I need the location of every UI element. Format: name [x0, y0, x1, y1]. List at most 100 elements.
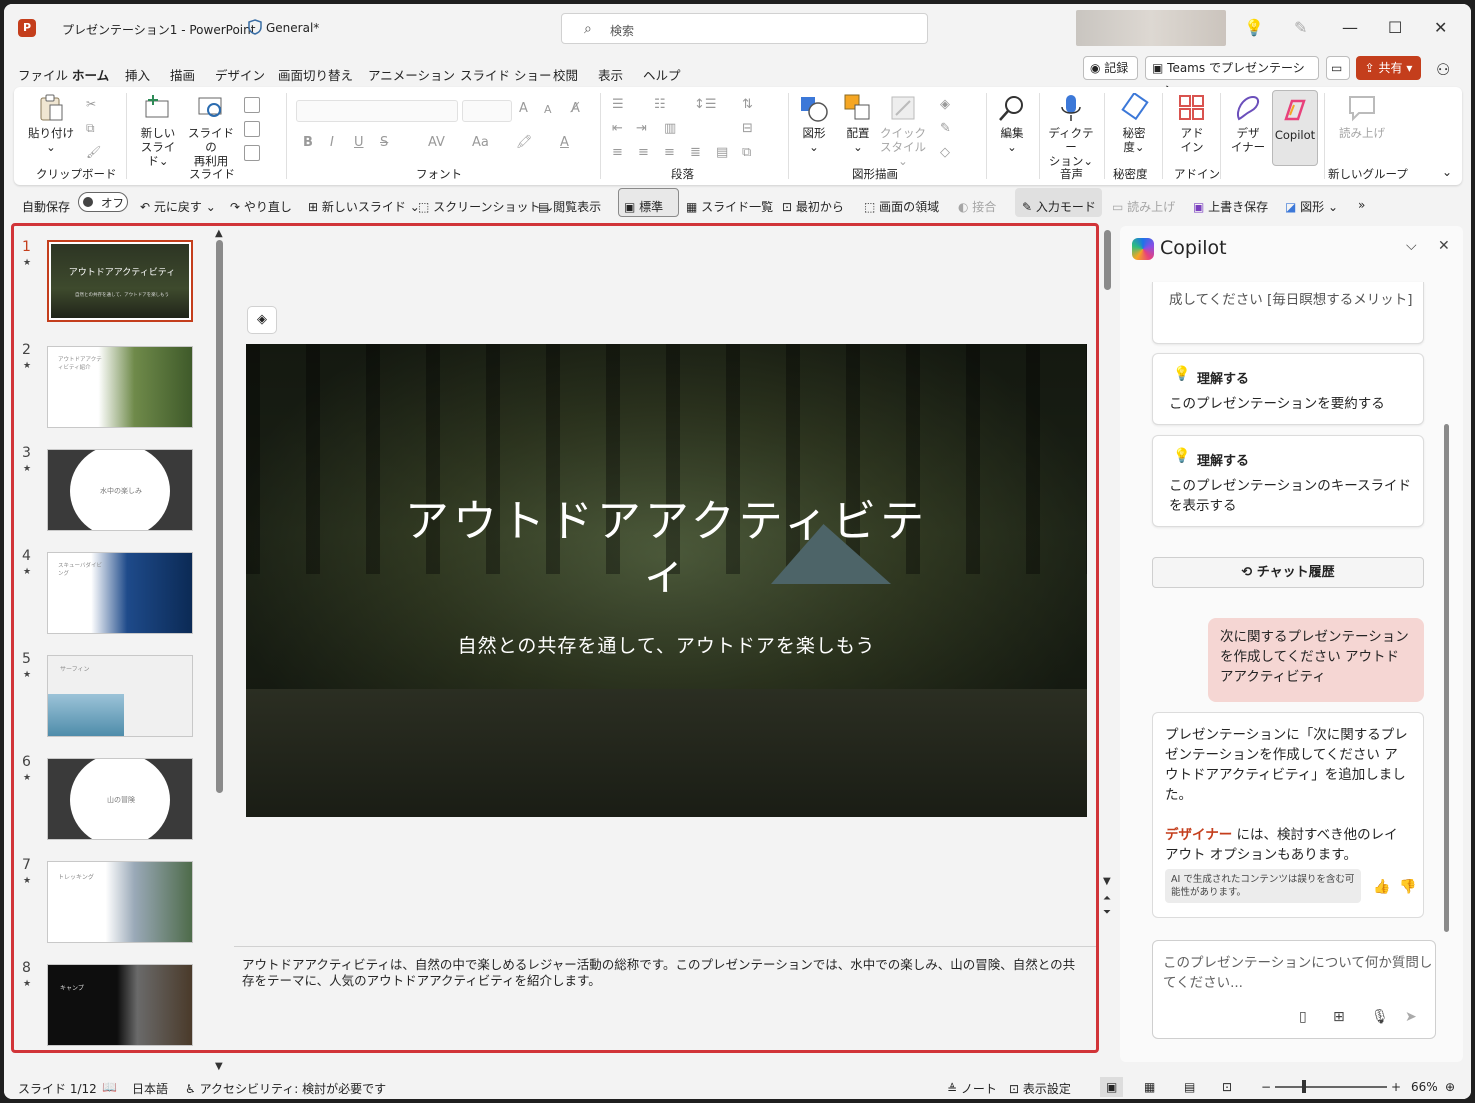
display-settings[interactable]: ⊡ 表示設定 [1009, 1080, 1071, 1097]
font-color-icon[interactable]: A [560, 135, 569, 150]
slide-thumbnail-1[interactable]: アウトドアアクティビティ 自然との共存を通して、アウトドアを楽しもう [47, 240, 193, 322]
copilot-prompt-input[interactable]: このプレゼンテーションについて何か質問してください... ▯ ⊞ 🎙 ➤ [1152, 940, 1436, 1039]
previous-slide-icon[interactable]: ⏶ [1103, 893, 1111, 904]
designer-button[interactable]: デザ イナー [1226, 93, 1270, 154]
copilot-chip-icon[interactable]: ◈ [247, 306, 277, 334]
align-center-icon[interactable]: ≡ [638, 145, 649, 160]
comments-button[interactable]: ▭ [1326, 56, 1350, 80]
shape-outline-icon[interactable]: ✎ [940, 121, 951, 136]
tab-help[interactable]: ヘルプ [643, 65, 681, 84]
arrange-button[interactable]: 配置 ⌄ [840, 93, 876, 154]
scroll-up-icon[interactable]: ▲ [215, 228, 223, 239]
addins-button[interactable]: アド イン [1170, 93, 1214, 154]
tab-design[interactable]: デザイン [215, 65, 265, 84]
redo-button[interactable]: ↷ やり直し [230, 198, 292, 215]
strikethrough-icon[interactable]: S [380, 135, 388, 150]
sensitivity-label[interactable]: General* [266, 21, 319, 35]
normal-view-button[interactable]: ▣ 標準 [624, 198, 663, 215]
columns-icon[interactable]: ▥ [664, 121, 676, 136]
slide-thumbnail-6[interactable]: 山の冒険 [47, 758, 193, 840]
normal-view-status-icon[interactable]: ▣ [1100, 1077, 1124, 1097]
chat-history-button[interactable]: ⟲ チャット履歴 [1152, 557, 1424, 588]
tab-file[interactable]: ファイル [18, 65, 68, 84]
reuse-slides-button[interactable]: スライドの 再利用 [186, 93, 236, 168]
slide-thumbnail-8[interactable]: キャンプ [47, 964, 193, 1046]
record-button[interactable]: ◉ 記録 [1083, 56, 1138, 80]
screenshot-button[interactable]: ⬚ スクリーンショット ⌄ [418, 198, 554, 215]
shape-fill-icon[interactable]: ◈ [940, 97, 950, 112]
zoom-slider[interactable] [1275, 1086, 1387, 1088]
close-pane-icon[interactable]: ✕ [1438, 238, 1450, 254]
tab-insert[interactable]: 挿入 [125, 65, 150, 84]
spellcheck-icon[interactable]: 📖 [102, 1080, 117, 1094]
undo-button[interactable]: ↶ 元に戻す ⌄ [140, 198, 216, 215]
suggestion-card-summarize[interactable]: 💡 理解する このプレゼンテーションを要約する [1152, 353, 1424, 425]
scroll-down-icon[interactable]: ▼ [1103, 876, 1111, 887]
microphone-icon[interactable]: 🎙 [1371, 1009, 1389, 1025]
align-text-icon[interactable]: ⊟ [742, 121, 753, 136]
slide-title[interactable]: アウトドアアクティビティ [396, 496, 937, 600]
send-icon[interactable]: ➤ [1405, 1009, 1417, 1025]
slide-thumbnail-2[interactable]: アウトドアアクティビティ紹介 [47, 346, 193, 428]
shapes-qat-button[interactable]: ◪ 図形 ⌄ [1285, 198, 1338, 215]
reading-view-status-icon[interactable]: ▤ [1184, 1080, 1195, 1094]
text-direction-icon[interactable]: ⇅ [742, 97, 753, 112]
close-icon[interactable]: ✕ [1434, 18, 1447, 37]
suggestion-card-key-slides[interactable]: 💡 理解する このプレゼンテーションのキースライドを表示する [1152, 435, 1424, 527]
account-avatar[interactable] [1076, 10, 1226, 46]
slide-counter[interactable]: スライド 1/12 [18, 1080, 97, 1097]
tab-draw[interactable]: 描画 [170, 65, 195, 84]
slide-thumbnail-3[interactable]: 水中の楽しみ [47, 449, 193, 531]
edit-button[interactable]: 編集 ⌄ [994, 93, 1030, 154]
shrink-font-icon[interactable]: A [544, 103, 552, 116]
zoom-in-icon[interactable]: + [1391, 1080, 1401, 1094]
slide-thumbnail-4[interactable]: スキューバダイビング [47, 552, 193, 634]
line-spacing-icon[interactable]: ↕☰ [694, 97, 717, 112]
read-aloud-button[interactable]: 読み上げ [1332, 93, 1392, 140]
zoom-level[interactable]: 66% [1411, 1080, 1438, 1094]
font-family-select[interactable] [296, 100, 458, 122]
slideshow-status-icon[interactable]: ⊡ [1222, 1080, 1232, 1094]
slide-thumbnail-5[interactable]: サーフィン [47, 655, 193, 737]
shapes-button[interactable]: 図形 ⌄ [796, 93, 832, 154]
shape-effects-icon[interactable]: ◇ [940, 145, 950, 160]
align-right-icon[interactable]: ≡ [664, 145, 675, 160]
slide-canvas[interactable]: アウトドアアクティビティ 自然との共存を通して、アウトドアを楽しもう [246, 344, 1087, 817]
reading-view-button[interactable]: ▤ 閲覧表示 [538, 198, 601, 215]
share-button[interactable]: ⇪ 共有 ▾ [1356, 56, 1421, 80]
clear-format-icon[interactable]: A̸ [571, 101, 580, 116]
lightbulb-icon[interactable]: 💡 [1244, 18, 1264, 37]
next-slide-icon[interactable]: ⏷ [1103, 907, 1111, 918]
align-left-icon[interactable]: ≡ [612, 145, 623, 160]
notes-toggle[interactable]: ≜ ノート [947, 1080, 997, 1097]
teams-present-button[interactable]: ▣ Teams でプレゼンテーション [1145, 56, 1319, 97]
autosave-toggle[interactable]: オフ [78, 192, 128, 212]
distributed-icon[interactable]: ▤ [716, 145, 728, 160]
justify-icon[interactable]: ≣ [690, 145, 701, 160]
numbering-icon[interactable]: ☷ [654, 97, 666, 112]
slide-sorter-status-icon[interactable]: ▦ [1144, 1080, 1155, 1094]
speaker-notes[interactable]: アウトドアアクティビティは、自然の中で楽しめるレジャー活動の総称です。このプレゼ… [234, 946, 1096, 1050]
tab-home[interactable]: ホーム [72, 65, 110, 90]
paste-button[interactable]: 貼り付け ⌄ [26, 93, 76, 154]
prompt-card-partial[interactable]: 成してください [毎日瞑想するメリット] [1152, 282, 1424, 344]
search-box[interactable]: ⌕ 検索 [561, 13, 928, 44]
thumbs-down-icon[interactable]: 👎 [1399, 877, 1416, 897]
dictate-button[interactable]: ディクテー ション⌄ [1044, 93, 1098, 168]
read-aloud-qat-button[interactable]: ▭ 読み上げ [1112, 198, 1175, 215]
new-slide-qat-button[interactable]: ⊞ 新しいスライド ⌄ [308, 198, 420, 215]
tab-review[interactable]: 校閲 [553, 65, 578, 84]
scroll-down-icon[interactable]: ▼ [215, 1061, 223, 1072]
tab-animations[interactable]: アニメーション [368, 65, 455, 84]
cut-icon[interactable]: ✂ [86, 97, 96, 111]
font-size-select[interactable] [462, 100, 512, 122]
from-beginning-button[interactable]: ⊡ 最初から [782, 198, 844, 215]
underline-icon[interactable]: U [354, 135, 364, 150]
minimize-icon[interactable]: — [1342, 18, 1358, 37]
highlight-icon[interactable]: 🖍 [516, 135, 533, 150]
new-slide-button[interactable]: 新しい スライド⌄ [136, 93, 180, 168]
zoom-slider-thumb[interactable] [1302, 1080, 1306, 1093]
quick-styles-button[interactable]: クイック スタイル⌄ [880, 93, 926, 168]
tab-transitions[interactable]: 画面切り替え [278, 65, 353, 84]
sensitivity-button[interactable]: 秘密 度⌄ [1112, 93, 1156, 154]
